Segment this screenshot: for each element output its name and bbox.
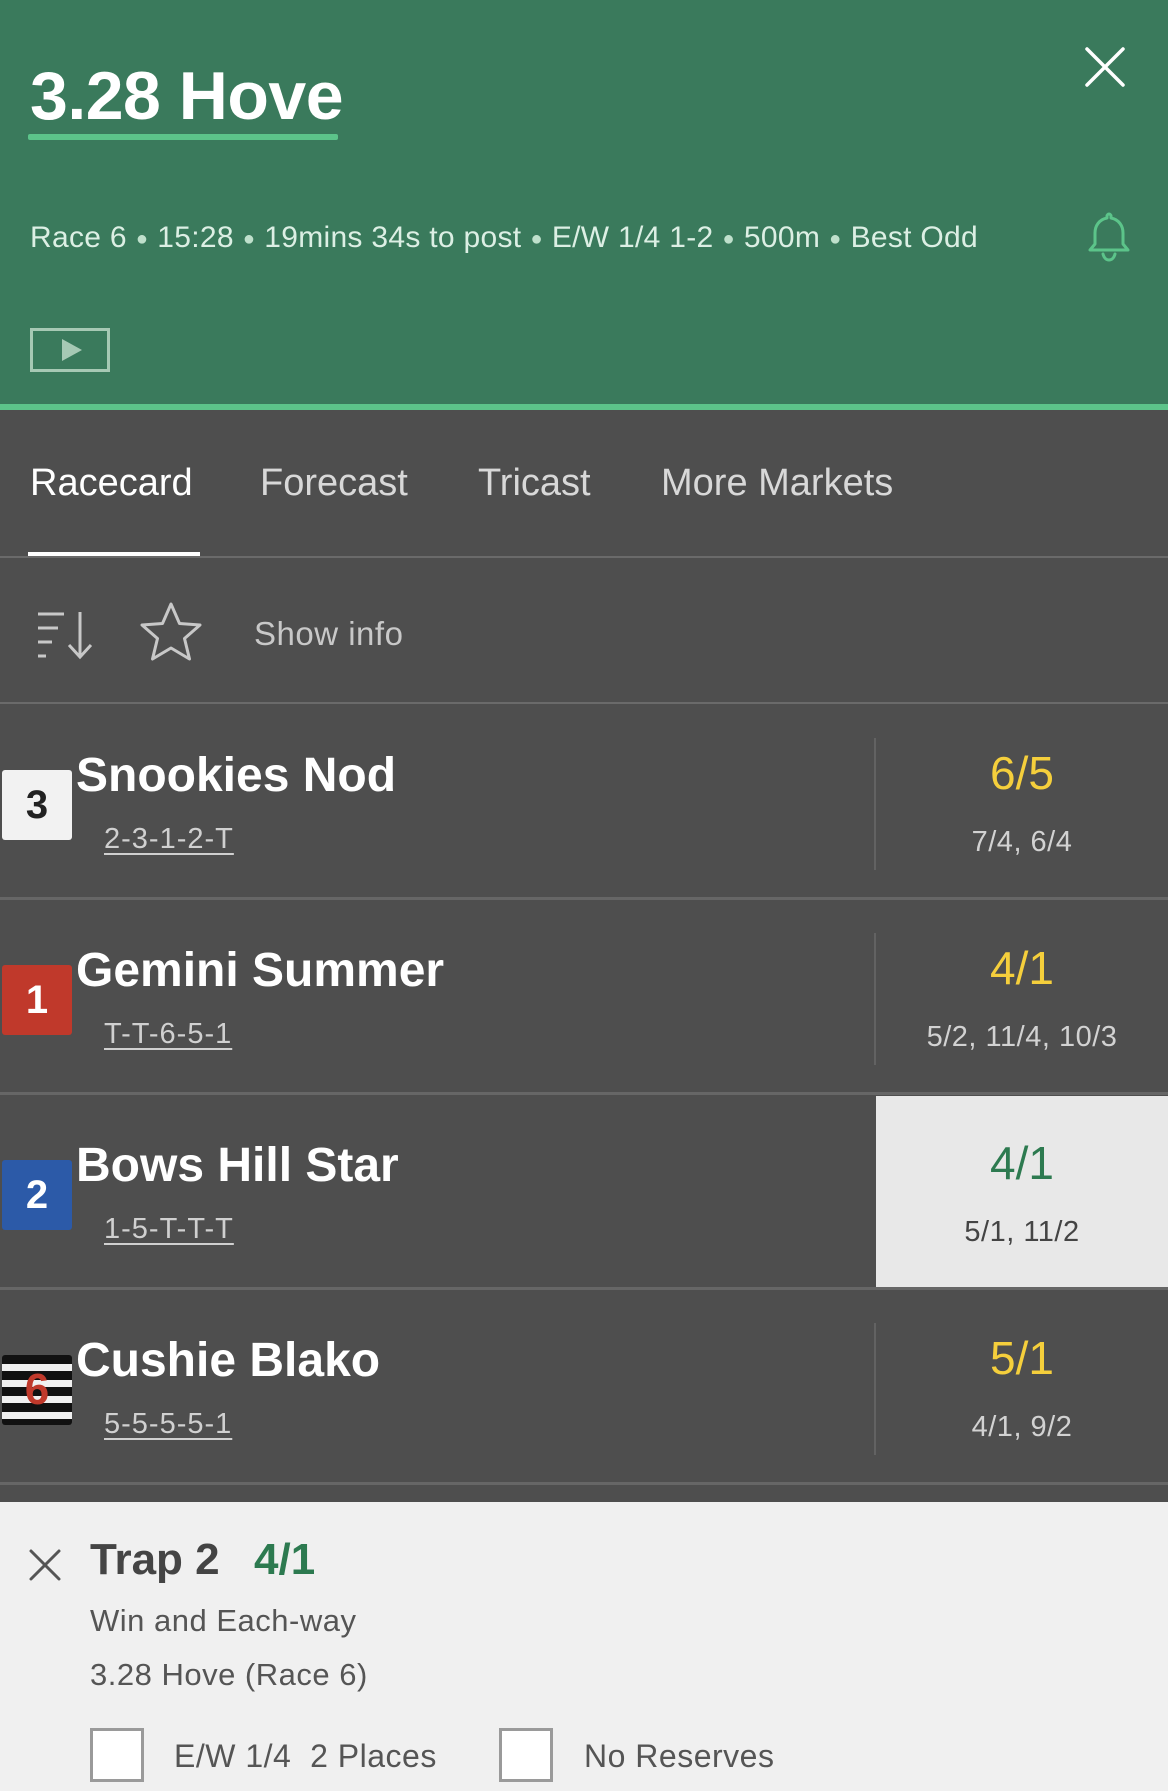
previous-odds: 7/4, 6/4 — [971, 826, 1073, 858]
runner-row[interactable]: 1 Gemini Summer T-T-6-5-1 4/1 5/2, 11/4,… — [0, 901, 1168, 1095]
separator-dot: ● — [242, 228, 256, 251]
runner-name[interactable]: Gemini Summer — [76, 943, 444, 999]
each-way-label[interactable]: E/W 1/4 2 Places — [174, 1736, 437, 1776]
show-info-toggle[interactable]: Show info — [254, 614, 403, 654]
runner-form[interactable]: T-T-6-5-1 — [104, 1017, 232, 1051]
runner-form[interactable]: 1-5-T-T-T — [104, 1212, 234, 1246]
runner-name[interactable]: Snookies Nod — [76, 748, 396, 804]
runner-row[interactable]: 6 Cushie Blako 5-5-5-5-1 5/1 4/1, 9/2 — [0, 1291, 1168, 1485]
runner-name[interactable]: Cushie Blako — [76, 1333, 380, 1389]
odds-button-selected[interactable]: 4/1 5/1, 11/2 — [876, 1096, 1168, 1287]
separator-dot: ● — [135, 228, 149, 251]
separator-dot: ● — [530, 228, 543, 251]
bet-odds: 4/1 — [254, 1535, 316, 1584]
bell-icon[interactable] — [1086, 210, 1132, 262]
trap-badge: 1 — [2, 965, 72, 1035]
close-icon[interactable] — [28, 1548, 62, 1582]
runner-row[interactable]: 2 Bows Hill Star 1-5-T-T-T 4/1 5/1, 11/2 — [0, 1096, 1168, 1290]
bet-type: Win and Each-way — [90, 1603, 357, 1638]
previous-odds: 5/1, 11/2 — [964, 1216, 1080, 1248]
odds-button[interactable]: 5/1 4/1, 9/2 — [876, 1291, 1168, 1482]
bet-slip-panel: Trap 2 4/1 Win and Each-way 3.28 Hove (R… — [0, 1502, 1168, 1791]
odds-button[interactable]: 6/5 7/4, 6/4 — [876, 706, 1168, 897]
current-odds: 5/1 — [990, 1332, 1054, 1384]
runner-name[interactable]: Bows Hill Star — [76, 1138, 399, 1194]
race-number: Race 6 — [30, 221, 127, 254]
odds-type: Best Odd — [850, 221, 979, 254]
tab-more-markets[interactable]: More Markets — [661, 460, 893, 506]
play-video-icon — [62, 339, 82, 361]
race-header: 3.28 Hove Race 6 ● 15:28 ● 19mins 34s to pos… — [0, 0, 1168, 410]
race-distance: 500m — [743, 221, 821, 254]
tab-forecast[interactable]: Forecast — [260, 460, 408, 506]
trap-badge: 3 — [2, 770, 72, 840]
sort-icon[interactable] — [36, 608, 98, 660]
previous-odds: 5/2, 11/4, 10/3 — [926, 1021, 1118, 1053]
race-time: 15:28 — [157, 221, 234, 254]
race-meta: Race 6 ● 15:28 ● 19mins 34s to post ● E/W 1/4 … — [30, 220, 978, 257]
current-odds: 4/1 — [990, 942, 1054, 994]
bet-selection: Trap 2 — [90, 1535, 220, 1584]
bet-event: 3.28 Hove (Race 6) — [90, 1657, 368, 1692]
each-way-checkbox[interactable] — [90, 1728, 144, 1782]
current-odds: 4/1 — [990, 1137, 1054, 1189]
market-tabs: Racecard Forecast Tricast More Markets — [0, 416, 1168, 558]
race-title[interactable]: 3.28 Hove — [30, 58, 344, 134]
each-way-terms: E/W 1/4 1-2 — [551, 221, 714, 254]
previous-odds: 4/1, 9/2 — [971, 1411, 1073, 1443]
title-underline — [28, 134, 338, 140]
tab-tricast[interactable]: Tricast — [478, 460, 591, 506]
watch-video-button[interactable] — [30, 328, 110, 372]
race-countdown: 19mins 34s to post — [264, 221, 522, 254]
runner-form[interactable]: 5-5-5-5-1 — [104, 1407, 232, 1441]
runner-row[interactable]: 3 Snookies Nod 2-3-1-2-T 6/5 7/4, 6/4 — [0, 706, 1168, 900]
current-odds: 6/5 — [990, 747, 1054, 799]
runner-form[interactable]: 2-3-1-2-T — [104, 822, 234, 856]
no-reserves-checkbox[interactable] — [499, 1728, 553, 1782]
tab-racecard[interactable]: Racecard — [30, 460, 193, 506]
racecard-toolbar: Show info — [0, 560, 1168, 704]
trap-badge: 2 — [2, 1160, 72, 1230]
separator-dot: ● — [722, 228, 735, 251]
active-tab-indicator — [28, 552, 200, 556]
odds-button[interactable]: 4/1 5/2, 11/4, 10/3 — [876, 901, 1168, 1092]
star-icon[interactable] — [138, 600, 204, 666]
trap-badge: 6 — [2, 1355, 72, 1425]
separator-dot: ● — [829, 228, 842, 251]
close-icon[interactable] — [1082, 44, 1128, 90]
no-reserves-label[interactable]: No Reserves — [584, 1736, 774, 1776]
